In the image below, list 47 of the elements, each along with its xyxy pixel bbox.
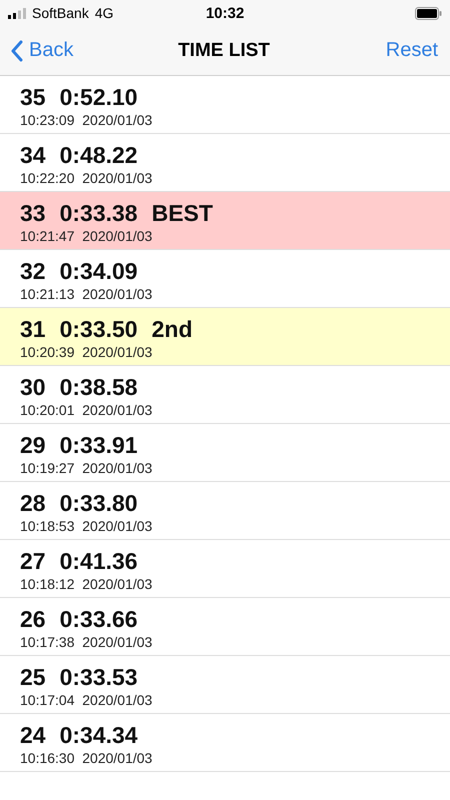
reset-button[interactable]: Reset bbox=[386, 39, 438, 62]
lap-time: 0:34.09 bbox=[60, 258, 138, 284]
timestamp: 10:18:53 2020/01/03 bbox=[20, 517, 154, 535]
lap-time: 0:41.36 bbox=[60, 548, 138, 574]
timestamp: 10:21:47 2020/01/03 bbox=[20, 227, 154, 245]
lap-number: 34 bbox=[20, 142, 46, 168]
lap-number: 24 bbox=[20, 722, 46, 748]
lap-time: 0:33.80 bbox=[60, 490, 138, 516]
lap-time: 0:33.38 bbox=[60, 200, 138, 226]
signal-icon bbox=[8, 8, 26, 18]
lap-time: 0:48.22 bbox=[60, 142, 138, 168]
lap-time: 0:33.53 bbox=[60, 664, 138, 690]
lap-number: 32 bbox=[20, 258, 46, 284]
carrier-name: SoftBank bbox=[32, 5, 89, 21]
timestamp: 10:17:04 2020/01/03 bbox=[20, 691, 154, 709]
network-type: 4G bbox=[94, 5, 114, 21]
timestamp: 10:21:13 2020/01/03 bbox=[20, 285, 154, 303]
timestamp: 10:16:30 2020/01/03 bbox=[20, 749, 154, 767]
timestamp: 10:20:39 2020/01/03 bbox=[20, 343, 154, 361]
lap-time: 0:38.58 bbox=[60, 374, 138, 400]
timestamp: 10:17:38 2020/01/03 bbox=[20, 633, 154, 651]
lap-number: 33 bbox=[20, 200, 46, 226]
back-chevron-icon bbox=[10, 40, 23, 62]
rank-label: BEST bbox=[152, 200, 213, 226]
lap-number: 31 bbox=[20, 316, 46, 342]
lap-number: 28 bbox=[20, 490, 46, 516]
screen-title: TIME LIST bbox=[178, 40, 270, 62]
timestamp: 10:19:27 2020/01/03 bbox=[20, 459, 154, 477]
lap-number: 35 bbox=[20, 84, 46, 110]
timestamp: 10:18:12 2020/01/03 bbox=[20, 575, 154, 593]
timestamp: 10:20:01 2020/01/03 bbox=[20, 401, 154, 419]
battery-icon bbox=[415, 6, 442, 20]
lap-number: 30 bbox=[20, 374, 46, 400]
lap-time: 0:33.66 bbox=[60, 606, 138, 632]
lap-number: 29 bbox=[20, 432, 46, 458]
lap-number: 25 bbox=[20, 664, 46, 690]
lap-time: 0:33.50 bbox=[60, 316, 138, 342]
lap-time: 0:34.34 bbox=[60, 722, 138, 748]
lap-time: 0:52.10 bbox=[60, 84, 138, 110]
lap-number: 27 bbox=[20, 548, 46, 574]
lap-number: 26 bbox=[20, 606, 46, 632]
back-button[interactable]: Back bbox=[10, 39, 74, 62]
lap-time: 0:33.91 bbox=[60, 432, 138, 458]
timestamp: 10:22:20 2020/01/03 bbox=[20, 169, 154, 187]
status-time: 10:32 bbox=[206, 4, 244, 22]
rank-label: 2nd bbox=[152, 316, 192, 342]
timestamp: 10:23:09 2020/01/03 bbox=[20, 111, 154, 129]
